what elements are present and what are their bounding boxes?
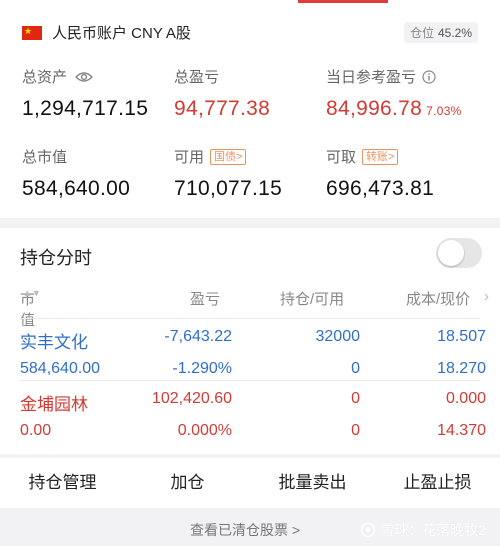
- manage-positions-button[interactable]: 持仓管理: [0, 458, 125, 508]
- total-assets: 总资产 1,294,717.15: [22, 66, 148, 121]
- stock-cost: 0.000: [445, 390, 486, 407]
- holdings-title: 持仓分时: [20, 248, 92, 268]
- china-flag-icon: ★: [22, 25, 42, 40]
- withdrawable-funds: 可取 转账> 696,473.81: [326, 146, 434, 201]
- account-name: 人民币账户 CNY A股: [52, 25, 191, 42]
- total-assets-value: 1,294,717.15: [22, 97, 149, 120]
- total-pnl-value: 94,777.38: [174, 97, 271, 120]
- col-pnl: 盈亏: [190, 291, 221, 308]
- stock-position: 32000: [315, 328, 361, 345]
- daily-pnl-label: 当日参考盈亏: [326, 69, 417, 86]
- info-icon[interactable]: [422, 69, 436, 84]
- stock-name: 金埔园林: [20, 395, 88, 414]
- available-funds: 可用 国债> 710,077.15: [174, 146, 282, 201]
- account-summary-card: ★ 人民币账户 CNY A股 仓位 45.2% 总资产 1,294,717.15 …: [0, 8, 500, 218]
- stock-available: 0: [351, 360, 360, 377]
- position-label: 仓位: [409, 26, 434, 40]
- chevron-right-icon[interactable]: ›: [484, 288, 489, 305]
- active-tab-indicator: [298, 0, 388, 3]
- cleared-stocks-link[interactable]: 查看已清仓股票 >: [190, 520, 300, 540]
- stock-name: 实丰文化: [20, 333, 88, 352]
- stock-market-value: 0.00: [20, 422, 52, 439]
- holdings-section: 持仓分时 市值 ▲▼ 盈亏 持仓/可用 成本/现价 › 实丰文化 584,640.…: [0, 228, 500, 454]
- stock-pnl: -7,643.22: [164, 328, 232, 345]
- position-value: 45.2%: [437, 26, 472, 40]
- footer: 查看已清仓股票 > 雪球：花落晚牧2: [0, 512, 500, 546]
- market-value-value: 584,640.00: [22, 177, 131, 200]
- total-pnl: 总盈亏 94,777.38: [174, 66, 270, 121]
- withdrawable-value: 696,473.81: [326, 177, 435, 200]
- account-selector[interactable]: ★ 人民币账户 CNY A股: [22, 22, 191, 43]
- treasury-bond-tag[interactable]: 国债>: [210, 148, 247, 165]
- stock-price: 14.370: [437, 422, 486, 439]
- market-value: 总市值 584,640.00: [22, 146, 130, 201]
- market-value-label: 总市值: [22, 149, 68, 166]
- watermark: 雪球：花落晚牧2: [360, 520, 486, 540]
- stock-pnl-pct: -1.290%: [172, 360, 232, 377]
- eye-icon[interactable]: [75, 71, 94, 83]
- add-position-button[interactable]: 加仓: [125, 458, 250, 508]
- daily-pnl-value-row: 84,996.78 7.03%: [326, 97, 462, 121]
- available-value: 710,077.15: [174, 177, 283, 200]
- snowball-logo-icon: [360, 522, 376, 538]
- take-profit-stop-loss-button[interactable]: 止盈止损: [375, 458, 500, 508]
- stock-available: 0: [351, 422, 360, 439]
- col-position: 持仓/可用: [280, 291, 345, 308]
- col-cost: 成本/现价: [406, 291, 471, 308]
- daily-pnl: 当日参考盈亏 84,996.78 7.03%: [326, 66, 462, 121]
- transfer-tag[interactable]: 转账>: [362, 148, 399, 165]
- stock-pnl-pct: 0.000%: [177, 422, 232, 439]
- position-badge: 仓位 45.2%: [403, 22, 478, 43]
- toggle-knob: [438, 240, 464, 266]
- watermark-text: 雪球：花落晚牧2: [380, 522, 486, 538]
- top-strip: [0, 0, 500, 8]
- action-bar: 持仓管理 加仓 批量卖出 止盈止损: [0, 458, 500, 508]
- stock-price: 18.270: [437, 360, 486, 377]
- stock-pnl: 102,420.60: [151, 390, 232, 407]
- available-label: 可用: [174, 149, 205, 166]
- total-pnl-label: 总盈亏: [174, 69, 220, 86]
- batch-sell-button[interactable]: 批量卖出: [250, 458, 375, 508]
- withdrawable-label: 可取: [326, 149, 357, 166]
- divider: [20, 318, 480, 319]
- stock-position: 0: [351, 390, 360, 407]
- stock-market-value: 584,640.00: [20, 360, 101, 377]
- daily-pnl-pct: 7.03%: [426, 104, 462, 118]
- sort-icon: ▲▼: [23, 288, 41, 298]
- divider: [20, 380, 480, 381]
- holdings-toggle[interactable]: [436, 238, 482, 268]
- stock-cost: 18.507: [437, 328, 486, 345]
- table-row[interactable]: 金埔园林 0.00 102,420.60 0.000% 0 0 0.000 14…: [0, 390, 500, 452]
- daily-pnl-value: 84,996.78: [326, 97, 423, 120]
- total-assets-label: 总资产: [22, 69, 68, 86]
